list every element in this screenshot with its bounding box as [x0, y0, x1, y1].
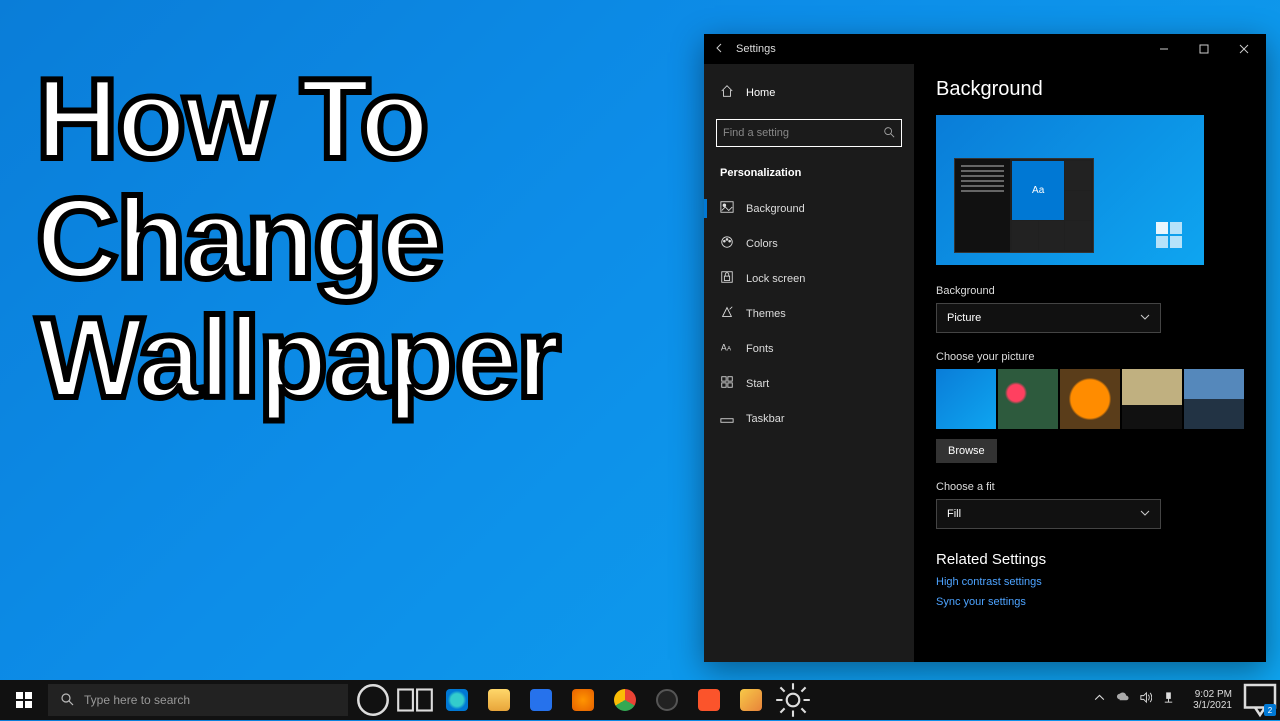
task-view-icon[interactable]: [394, 680, 436, 720]
nav-label: Start: [746, 378, 769, 390]
themes-icon: [720, 305, 734, 322]
thumb-3[interactable]: [1060, 369, 1120, 429]
taskbar: Type here to search 9:02 PM 3/1/2021 2: [0, 680, 1280, 720]
wallpaper-preview: Aa: [936, 115, 1204, 265]
section-title: Personalization: [704, 161, 914, 191]
picture-thumbnails: [936, 369, 1244, 429]
overlay-line-3: Wallpaper: [36, 299, 559, 419]
nav-label: Background: [746, 203, 805, 215]
page-title: Background: [936, 78, 1244, 101]
app-explorer[interactable]: [478, 680, 520, 720]
nav-label: Colors: [746, 238, 778, 250]
maximize-button[interactable]: [1184, 34, 1224, 64]
nav-start[interactable]: Start: [704, 366, 914, 401]
choose-picture-label: Choose your picture: [936, 351, 1244, 363]
start-button[interactable]: [0, 680, 48, 720]
main-panel: Background Aa Background Picture Choose …: [914, 64, 1266, 662]
windows-icon: [16, 692, 32, 708]
picture-icon: [720, 200, 734, 217]
settings-search[interactable]: [716, 119, 902, 147]
app-brave[interactable]: [688, 680, 730, 720]
search-icon: [60, 692, 74, 709]
nav-background[interactable]: Background: [704, 191, 914, 226]
app-edge[interactable]: [436, 680, 478, 720]
nav-fonts[interactable]: AA Fonts: [704, 331, 914, 366]
nav-colors[interactable]: Colors: [704, 226, 914, 261]
fit-label: Choose a fit: [936, 481, 1244, 493]
tray-chevron-icon[interactable]: [1093, 691, 1106, 709]
taskbar-search-placeholder: Type here to search: [84, 693, 190, 707]
link-sync[interactable]: Sync your settings: [936, 596, 1244, 608]
start-icon: [720, 375, 734, 392]
onedrive-icon[interactable]: [1116, 691, 1129, 709]
network-icon[interactable]: [1162, 691, 1175, 709]
app-obs[interactable]: [646, 680, 688, 720]
overlay-title: How To Change Wallpaper: [36, 60, 559, 419]
titlebar: Settings: [704, 34, 1266, 64]
volume-icon[interactable]: [1139, 691, 1152, 709]
chevron-down-icon: [1140, 312, 1150, 325]
fonts-icon: AA: [720, 340, 734, 357]
nav-label: Themes: [746, 308, 786, 320]
browse-button[interactable]: Browse: [936, 439, 997, 463]
close-button[interactable]: [1224, 34, 1264, 64]
cortana-icon[interactable]: [352, 680, 394, 720]
home-icon: [720, 84, 734, 101]
sidebar: Home Personalization Background Colors Loc…: [704, 64, 914, 662]
search-input[interactable]: [723, 127, 877, 139]
app-store[interactable]: [520, 680, 562, 720]
fit-dropdown[interactable]: Fill: [936, 499, 1161, 529]
home-nav[interactable]: Home: [704, 76, 914, 109]
palette-icon: [720, 235, 734, 252]
date: 3/1/2021: [1193, 700, 1232, 711]
nav-themes[interactable]: Themes: [704, 296, 914, 331]
thumb-2[interactable]: [998, 369, 1058, 429]
windows-logo-icon: [1156, 222, 1184, 250]
thumb-5[interactable]: [1184, 369, 1244, 429]
window-title: Settings: [736, 43, 776, 55]
app-paint[interactable]: [730, 680, 772, 720]
background-value: Picture: [947, 312, 981, 324]
svg-text:A: A: [721, 343, 727, 353]
system-tray[interactable]: [1083, 691, 1185, 709]
clock[interactable]: 9:02 PM 3/1/2021: [1185, 689, 1240, 711]
thumb-1[interactable]: [936, 369, 996, 429]
svg-text:A: A: [727, 346, 732, 353]
app-chrome[interactable]: [604, 680, 646, 720]
nav-label: Fonts: [746, 343, 774, 355]
home-label: Home: [746, 87, 775, 99]
background-label: Background: [936, 285, 1244, 297]
overlay-line-1: How To: [36, 60, 559, 180]
action-center[interactable]: 2: [1240, 680, 1280, 720]
fit-value: Fill: [947, 508, 961, 520]
lock-icon: [720, 270, 734, 287]
overlay-line-2: Change: [36, 180, 559, 300]
preview-sample-text: Aa: [1012, 161, 1064, 220]
taskbar-search[interactable]: Type here to search: [48, 684, 348, 716]
nav-label: Lock screen: [746, 273, 805, 285]
nav-label: Taskbar: [746, 413, 785, 425]
notif-badge: 2: [1264, 704, 1276, 716]
minimize-button[interactable]: [1144, 34, 1184, 64]
chevron-down-icon: [1140, 508, 1150, 521]
nav-lock-screen[interactable]: Lock screen: [704, 261, 914, 296]
app-firefox[interactable]: [562, 680, 604, 720]
app-settings[interactable]: [772, 680, 814, 720]
link-high-contrast[interactable]: High contrast settings: [936, 576, 1244, 588]
settings-window: Settings Home Personalization Background…: [704, 34, 1266, 662]
nav-taskbar[interactable]: Taskbar: [704, 401, 914, 436]
background-dropdown[interactable]: Picture: [936, 303, 1161, 333]
search-icon: [883, 126, 895, 141]
taskbar-icon: [720, 410, 734, 427]
thumb-4[interactable]: [1122, 369, 1182, 429]
related-title: Related Settings: [936, 551, 1244, 568]
time: 9:02 PM: [1193, 689, 1232, 700]
back-button[interactable]: [714, 43, 724, 56]
